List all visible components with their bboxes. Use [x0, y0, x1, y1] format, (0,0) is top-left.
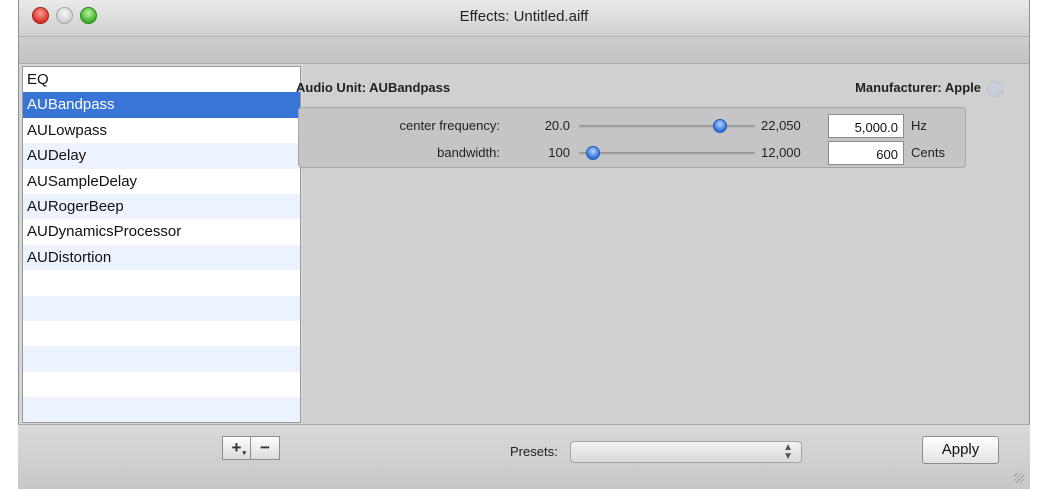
- slider-track: [579, 125, 755, 128]
- parameter-max: 12,000: [761, 145, 801, 160]
- toolbar-strip: [19, 37, 1029, 64]
- parameter-name: bandwidth:: [437, 145, 500, 160]
- parameter-unit: Cents: [911, 145, 945, 160]
- list-item[interactable]: AUSampleDelay: [23, 169, 300, 194]
- slider-track: [579, 152, 755, 155]
- list-item[interactable]: AURogerBeep: [23, 193, 300, 220]
- parameter-name: center frequency:: [399, 118, 500, 133]
- manufacturer-indicator-icon: [987, 81, 1003, 97]
- empty-list-row: [23, 397, 300, 422]
- bandwidth-slider[interactable]: [579, 144, 755, 162]
- bandwidth-field[interactable]: [828, 141, 904, 165]
- effects-list[interactable]: EQ AUBandpass AULowpass AUDelay AUSample…: [22, 66, 301, 423]
- list-item[interactable]: AUDistortion: [23, 244, 300, 271]
- add-remove-group: + ▾ −: [222, 436, 280, 460]
- list-item[interactable]: AULowpass: [23, 118, 300, 143]
- empty-list-row: [23, 295, 300, 321]
- slider-knob[interactable]: [586, 146, 601, 160]
- minus-icon: −: [260, 438, 270, 457]
- center-frequency-field[interactable]: [828, 114, 904, 138]
- parameter-unit: Hz: [911, 118, 927, 133]
- title-bar[interactable]: Effects: Untitled.aiff: [19, 0, 1029, 37]
- list-item[interactable]: AUDynamicsProcessor: [23, 219, 300, 244]
- effects-window: Effects: Untitled.aiff EQ AUBandpass AUL…: [18, 0, 1030, 488]
- parameter-row-bandwidth: bandwidth: 100 12,000 Cents: [299, 141, 965, 167]
- menu-caret-icon: ▾: [242, 450, 246, 457]
- center-frequency-slider[interactable]: [579, 117, 755, 135]
- parameter-min: 20.0: [544, 118, 570, 133]
- empty-list-row: [23, 346, 300, 372]
- parameters-panel: center frequency: 20.0 22,050 Hz bandwid…: [298, 107, 966, 168]
- parameter-min: 100: [548, 145, 570, 160]
- empty-list-row: [23, 372, 300, 397]
- window-title: Effects: Untitled.aiff: [459, 8, 589, 25]
- list-item-selected[interactable]: AUBandpass: [23, 92, 300, 118]
- presets-popup[interactable]: ▲ ▼: [570, 441, 802, 463]
- plus-icon: +: [231, 438, 242, 457]
- presets-label: Presets:: [510, 444, 558, 459]
- list-item[interactable]: AUDelay: [23, 143, 300, 169]
- updown-arrows-icon: ▲ ▼: [783, 442, 793, 462]
- empty-list-row: [23, 321, 300, 346]
- slider-knob[interactable]: [712, 119, 727, 133]
- parameter-row-center-frequency: center frequency: 20.0 22,050 Hz: [299, 114, 965, 140]
- audio-unit-name: Audio Unit: AUBandpass: [296, 80, 451, 95]
- manufacturer-label: Manufacturer: Apple: [855, 80, 981, 95]
- remove-effect-button[interactable]: −: [251, 436, 280, 460]
- empty-list-row: [23, 270, 300, 295]
- list-item[interactable]: EQ: [23, 67, 300, 92]
- add-effect-button[interactable]: + ▾: [222, 436, 251, 460]
- apply-button[interactable]: Apply: [922, 436, 999, 464]
- parameter-max: 22,050: [761, 118, 801, 133]
